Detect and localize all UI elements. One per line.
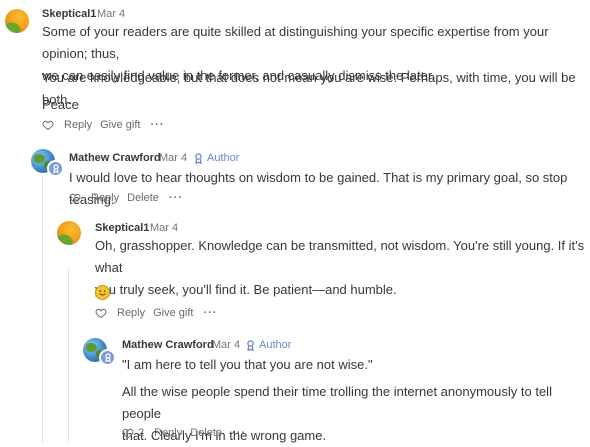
comment-text-line: you truly seek, you'll find it. Be patie… — [95, 282, 397, 297]
more-options-button[interactable]: ··· — [203, 307, 217, 319]
comment-text-line: I would love to hear thoughts on wisdom … — [69, 170, 568, 207]
delete-button[interactable]: Delete — [127, 192, 159, 204]
comment-date[interactable]: Mar 4 — [212, 339, 240, 351]
comment-actions: 2 Reply Delete ··· — [122, 427, 246, 439]
comment-date[interactable]: Mar 4 — [97, 8, 125, 20]
comment-text-line: You are knowledgeable, but that does not… — [42, 70, 576, 107]
author-crest-icon — [195, 152, 202, 164]
comment-actions: Reply Delete ··· — [69, 192, 183, 204]
comment-text-line: "I am here to tell you that you are not … — [122, 357, 373, 372]
comment-author[interactable]: Skeptical1 — [95, 222, 149, 234]
author-crest-icon — [247, 339, 254, 351]
comment-author[interactable]: Mathew Crawford — [122, 339, 214, 351]
reply-button[interactable]: Reply — [91, 192, 119, 204]
comment-text-line: Oh, grasshopper. Knowledge can be transm… — [95, 238, 585, 275]
delete-button[interactable]: Delete — [190, 427, 222, 439]
comment-date[interactable]: Mar 4 — [159, 152, 187, 164]
smiley-emoji — [95, 285, 110, 300]
comment-actions: Reply Give gift ··· — [95, 307, 217, 319]
comment-author[interactable]: Mathew Crawford — [69, 152, 161, 164]
comment-body: Oh, grasshopper. Knowledge can be transm… — [95, 235, 590, 301]
comment-text-line: Peace — [42, 97, 79, 112]
more-options-button[interactable]: ··· — [150, 119, 164, 131]
more-options-button[interactable]: ··· — [232, 427, 246, 439]
thread-line — [68, 268, 69, 443]
avatar-badge-icon — [47, 160, 64, 177]
author-badge: Author — [194, 152, 239, 164]
heart-icon[interactable] — [69, 192, 81, 204]
heart-icon[interactable] — [122, 427, 134, 439]
thread-line — [42, 176, 43, 443]
author-badge: Author — [246, 339, 291, 351]
author-badge-label: Author — [259, 339, 292, 351]
reply-button[interactable]: Reply — [64, 119, 92, 131]
give-gift-button[interactable]: Give gift — [100, 119, 140, 131]
comment-author[interactable]: Skeptical1 — [42, 8, 96, 20]
heart-icon[interactable] — [42, 119, 54, 131]
give-gift-button[interactable]: Give gift — [153, 307, 193, 319]
reply-button[interactable]: Reply — [154, 427, 182, 439]
comment-actions: Reply Give gift ··· — [42, 119, 164, 131]
more-options-button[interactable]: ··· — [169, 192, 183, 204]
comment-text-line: Some of your readers are quite skilled a… — [42, 24, 549, 61]
author-badge-label: Author — [207, 152, 240, 164]
avatar[interactable] — [57, 221, 81, 245]
reply-button[interactable]: Reply — [117, 307, 145, 319]
like-count: 2 — [138, 427, 145, 439]
avatar[interactable] — [5, 9, 29, 33]
heart-icon[interactable] — [95, 307, 107, 319]
comment-text-line: All the wise people spend their time tro… — [122, 384, 552, 421]
comment-date[interactable]: Mar 4 — [150, 222, 178, 234]
avatar-badge-icon — [99, 349, 116, 366]
